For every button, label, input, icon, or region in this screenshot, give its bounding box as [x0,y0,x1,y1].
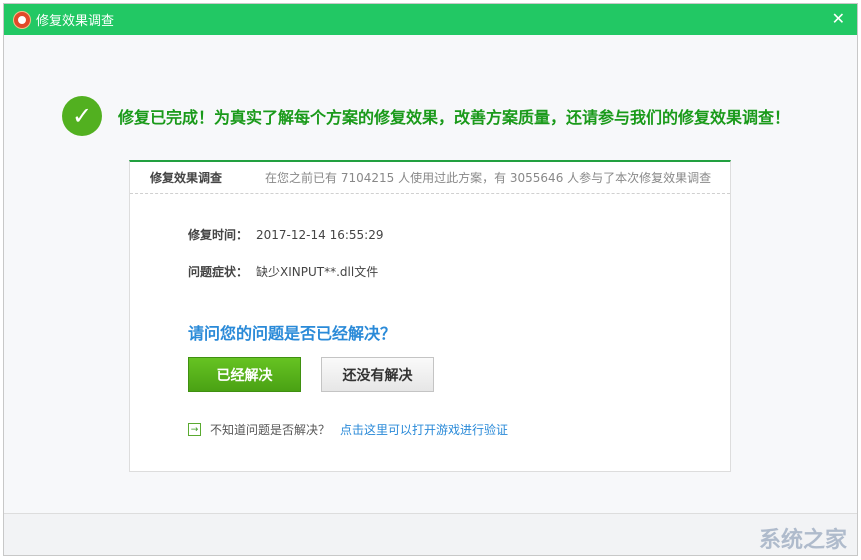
check-circle-icon: ✓ [62,96,102,136]
completion-message: ✓ 修复已完成！为真实了解每个方案的修复效果，改善方案质量，还请参与我们的修复效… [62,96,790,136]
symptom-value: 缺少XINPUT**.dll文件 [256,265,379,279]
watermark-logo: 系统之家 [758,528,847,553]
repair-time-value: 2017-12-14 16:55:29 [256,228,384,242]
survey-window: 修复效果调查 ✕ ✓ 修复已完成！为真实了解每个方案的修复效果，改善方案质量，还… [3,3,858,556]
repair-time-label: 修复时间： [188,228,249,242]
repair-time-row: 修复时间： 2017-12-14 16:55:29 [188,226,383,243]
footer-bar [4,513,857,555]
lifebuoy-logo-icon [14,11,30,28]
verify-hint: → 不知道问题是否解决？ 点击这里可以打开游戏进行验证 [188,421,508,438]
headline-text: 修复已完成！为真实了解每个方案的修复效果，改善方案质量，还请参与我们的修复效果调… [118,108,791,127]
hint-text: 不知道问题是否解决？ [210,423,331,437]
card-header: 修复效果调查 在您之前已有 7104215 人使用过此方案，有 3055646 … [130,162,730,194]
symptom-label: 问题症状： [188,265,249,279]
arrow-right-icon: → [188,423,201,436]
not-resolved-button[interactable]: 还没有解决 [321,357,434,392]
resolved-button[interactable]: 已经解决 [188,357,301,392]
symptom-row: 问题症状： 缺少XINPUT**.dll文件 [188,263,378,280]
resolved-question: 请问您的问题是否已经解决？ [188,324,397,343]
survey-stats: 在您之前已有 7104215 人使用过此方案，有 3055646 人参与了本次修… [265,171,712,185]
survey-card: 修复效果调查 在您之前已有 7104215 人使用过此方案，有 3055646 … [129,160,731,472]
window-title: 修复效果调查 [36,14,115,29]
open-game-link[interactable]: 点击这里可以打开游戏进行验证 [340,421,508,438]
close-icon[interactable]: ✕ [832,9,845,28]
title-bar: 修复效果调查 [4,4,857,35]
card-title: 修复效果调查 [150,171,223,185]
